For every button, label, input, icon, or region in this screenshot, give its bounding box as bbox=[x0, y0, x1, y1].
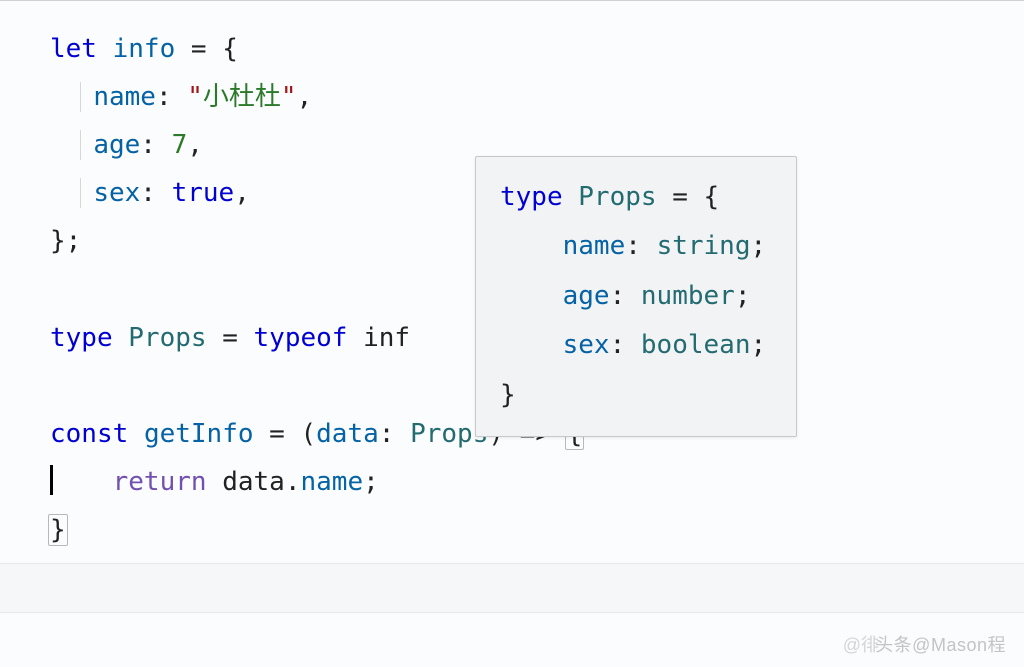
watermark-left: @徘 bbox=[843, 631, 879, 657]
tooltip-line: name: string; bbox=[500, 222, 766, 271]
code-line: name: "小杜杜", bbox=[50, 73, 1024, 121]
code-line: } bbox=[50, 506, 1024, 554]
code-line: let info = { bbox=[50, 25, 1024, 73]
string-value: 小杜杜 bbox=[203, 82, 281, 112]
prop-access: name bbox=[300, 467, 363, 497]
tooltip-line: age: number; bbox=[500, 272, 766, 321]
keyword-typeof: typeof bbox=[254, 323, 348, 353]
keyword-const: const bbox=[50, 419, 128, 449]
param-data: data bbox=[316, 419, 379, 449]
keyword-type: type bbox=[50, 323, 113, 353]
code-line: return data.name; bbox=[50, 458, 1024, 506]
type-props: Props bbox=[128, 323, 206, 353]
watermark-right: 头条@Mason程 bbox=[875, 631, 1006, 657]
current-line-highlight bbox=[0, 563, 1024, 613]
prop-name: name bbox=[93, 82, 156, 112]
prop-sex: sex bbox=[93, 178, 140, 208]
type-hover-tooltip: type Props = { name: string; age: number… bbox=[475, 156, 797, 437]
number-value: 7 bbox=[172, 130, 188, 160]
keyword-let: let bbox=[50, 34, 97, 64]
prop-age: age bbox=[93, 130, 140, 160]
tooltip-line: } bbox=[500, 371, 766, 420]
text-cursor bbox=[50, 465, 53, 495]
variable-info: info bbox=[113, 34, 176, 64]
bracket-close: } bbox=[48, 514, 68, 546]
keyword-return: return bbox=[113, 467, 207, 497]
boolean-value: true bbox=[172, 178, 235, 208]
function-getinfo: getInfo bbox=[144, 419, 254, 449]
tooltip-line: type Props = { bbox=[500, 173, 766, 222]
tooltip-line: sex: boolean; bbox=[500, 321, 766, 370]
